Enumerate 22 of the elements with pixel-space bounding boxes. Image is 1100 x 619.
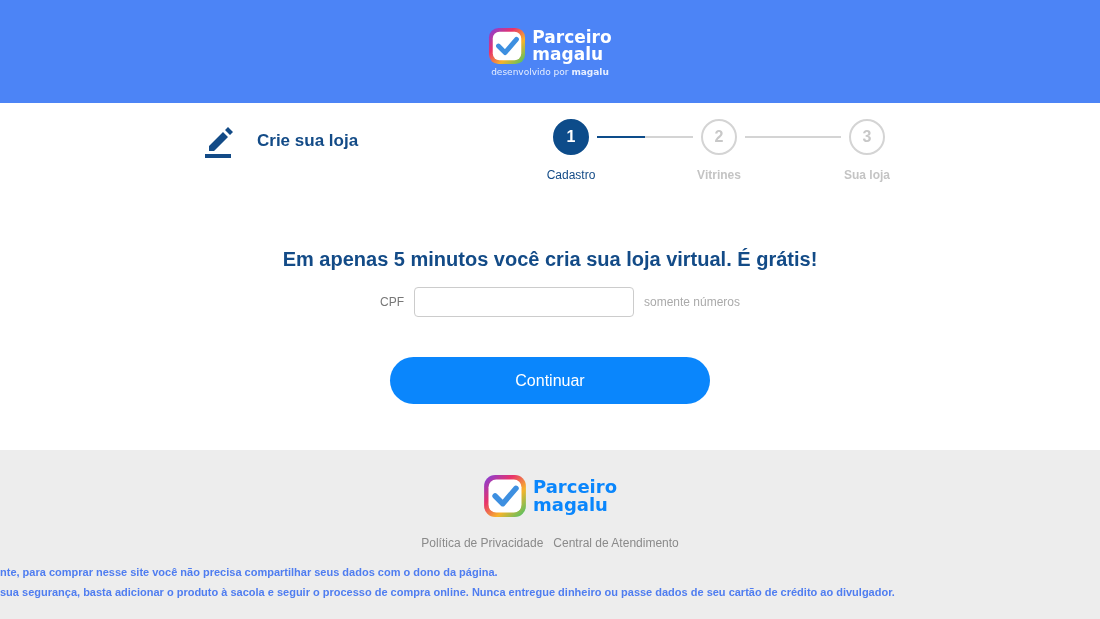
tagline: desenvolvido por magalu xyxy=(491,66,609,77)
brand-name: Parceiro xyxy=(533,478,617,496)
continue-button[interactable]: Continuar xyxy=(390,357,710,404)
cpf-field[interactable] xyxy=(413,287,634,317)
notice-text: sua segurança, basta adicionar o produto à sacola e seguir o processo de compra online. Nunca entregue dinheiro ou passe dados de seu cartão de crédito ao divulgador. xyxy=(0,586,896,598)
checkmark-logo-icon xyxy=(488,26,527,65)
headline: Em apenas 5 minutos você cria sua loja virtual. É grátis! xyxy=(282,248,818,271)
step-number: 1 xyxy=(553,119,589,155)
footer-link[interactable]: Política de Privacidade xyxy=(421,536,544,550)
field-hint: somente números xyxy=(643,295,740,309)
cpf-label: CPF xyxy=(379,295,404,309)
page-title: Crie sua loja xyxy=(257,131,359,151)
brand-name: Parceiro xyxy=(532,28,612,46)
step-label: Vitrines xyxy=(697,168,741,182)
checkmark-logo-icon xyxy=(483,474,527,518)
pencil-icon xyxy=(205,124,233,158)
step-label: Cadastro xyxy=(546,168,596,182)
brand-name: magalu xyxy=(532,45,605,63)
footer-link[interactable]: Central de Atendimento xyxy=(553,536,679,550)
step-label: Sua loja xyxy=(844,168,890,182)
brand-name: magalu xyxy=(533,496,609,514)
notice-text: nte, para comprar nesse site você não precisa compartilhar seus dados com o dono da página. xyxy=(0,566,499,578)
